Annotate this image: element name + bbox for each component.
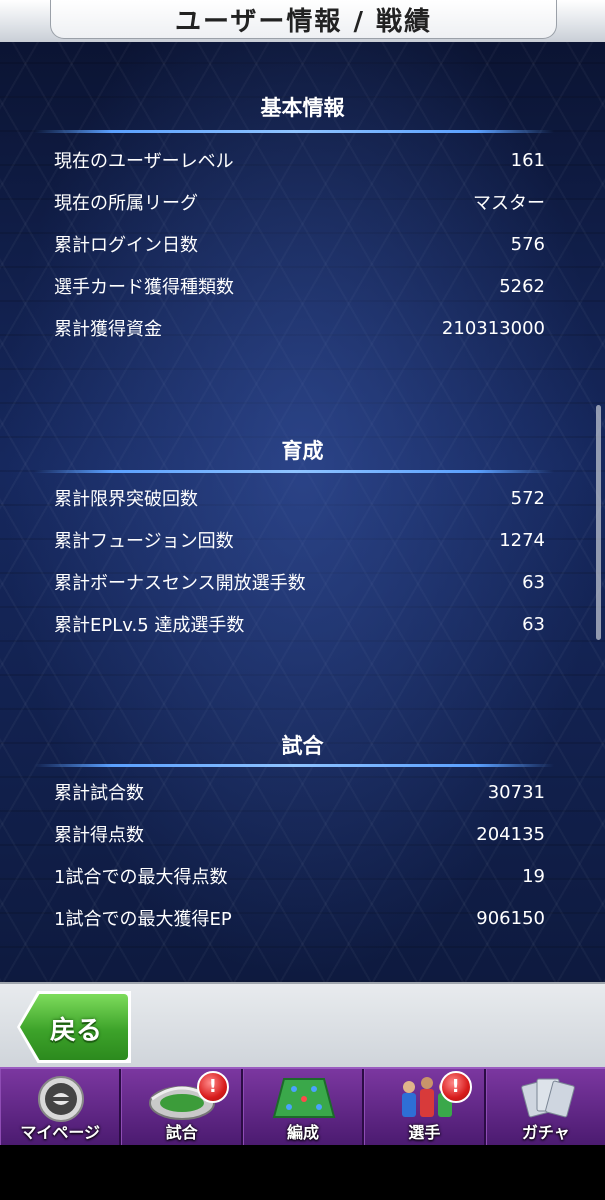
nav-label: 試合 (165, 1123, 198, 1142)
section-divider (34, 130, 554, 133)
stat-value: 161 (510, 149, 545, 171)
stat-value: 63 (522, 613, 545, 635)
stat-label: 累計得点数 (54, 825, 144, 846)
cards-icon (520, 1078, 575, 1118)
system-bottom-area (0, 1145, 605, 1200)
stat-label: 累計ボーナスセンス開放選手数 (54, 573, 306, 594)
stat-label: 1試合での最大得点数 (54, 867, 228, 888)
stat-value: 63 (522, 571, 545, 593)
stat-label: 累計ログイン日数 (54, 235, 198, 256)
back-button[interactable]: 戻る (17, 991, 131, 1063)
stat-label: 累計試合数 (54, 783, 144, 804)
nav-item-players[interactable]: ! 選手 (364, 1069, 486, 1147)
stat-row: 選手カード獲得種類数 5262 (54, 271, 545, 301)
stat-row: 累計ボーナスセンス開放選手数 63 (54, 567, 545, 597)
stats-panel[interactable]: 基本情報 現在のユーザーレベル 161 現在の所属リーグ マスター 累計ログイン… (0, 42, 605, 982)
stat-value: マスター (473, 193, 545, 214)
title-tab: ユーザー情報 / 戦績 (50, 0, 557, 39)
stat-row: 1試合での最大獲得EP 906150 (54, 903, 545, 933)
stat-value: 576 (510, 233, 545, 255)
page-title: ユーザー情報 / 戦績 (174, 6, 433, 37)
formation-pitch-icon (272, 1078, 336, 1118)
section-title-basic-info: 基本情報 (260, 96, 345, 120)
back-button-label: 戻る (50, 1016, 103, 1046)
stat-label: 選手カード獲得種類数 (54, 277, 234, 298)
stat-value: 1274 (499, 529, 545, 551)
stat-row: 累計得点数 204135 (54, 819, 545, 849)
stat-row: 1試合での最大得点数 19 (54, 861, 545, 891)
section-divider (34, 470, 554, 473)
section-divider (34, 764, 554, 767)
stat-label: 累計フュージョン回数 (54, 531, 234, 552)
nav-item-formation[interactable]: 編成 (242, 1069, 365, 1147)
back-bar: 戻る (0, 982, 605, 1069)
alert-badge: ! (196, 1071, 229, 1103)
nav-item-gacha[interactable]: ガチャ (485, 1069, 605, 1147)
scrollbar[interactable] (596, 405, 601, 640)
stat-label: 累計EPLv.5 達成選手数 (54, 615, 245, 636)
nav-item-match[interactable]: ! 試合 (121, 1069, 243, 1147)
stat-value: 572 (510, 487, 545, 509)
nav-label: ガチャ (521, 1123, 570, 1142)
nav-label: 編成 (287, 1123, 320, 1142)
section-title-matches: 試合 (281, 734, 324, 758)
stat-value: 5262 (499, 275, 545, 297)
stat-row: 累計試合数 30731 (54, 777, 545, 807)
stat-row: 現在のユーザーレベル 161 (54, 145, 545, 175)
nav-label: マイページ (20, 1123, 101, 1142)
nav-label: 選手 (408, 1123, 441, 1142)
stat-row: 累計フュージョン回数 1274 (54, 525, 545, 555)
alert-badge: ! (439, 1071, 472, 1103)
stat-value: 906150 (476, 907, 545, 929)
stat-row: 現在の所属リーグ マスター (54, 187, 545, 217)
stat-row: 累計獲得資金 210313000 (54, 313, 545, 343)
stat-label: 1試合での最大獲得EP (54, 909, 232, 930)
stat-row: 累計ログイン日数 576 (54, 229, 545, 259)
stat-value: 30731 (487, 781, 545, 803)
nav-item-mypage[interactable]: マイページ (0, 1069, 122, 1147)
stat-label: 累計獲得資金 (54, 319, 162, 340)
section-title-training: 育成 (281, 439, 324, 463)
stat-label: 現在の所属リーグ (54, 193, 198, 214)
bottom-nav: マイページ ! 試合 編成 ! 選手 ガチャ (0, 1067, 605, 1147)
stat-value: 19 (522, 865, 545, 887)
stat-row: 累計EPLv.5 達成選手数 63 (54, 609, 545, 639)
efootball-logo-icon (38, 1076, 84, 1122)
stat-label: 現在のユーザーレベル (54, 151, 234, 172)
stat-value: 204135 (476, 823, 545, 845)
stat-row: 累計限界突破回数 572 (54, 483, 545, 513)
title-bar: ユーザー情報 / 戦績 (0, 0, 605, 43)
stat-label: 累計限界突破回数 (54, 489, 198, 510)
stat-value: 210313000 (441, 317, 545, 339)
